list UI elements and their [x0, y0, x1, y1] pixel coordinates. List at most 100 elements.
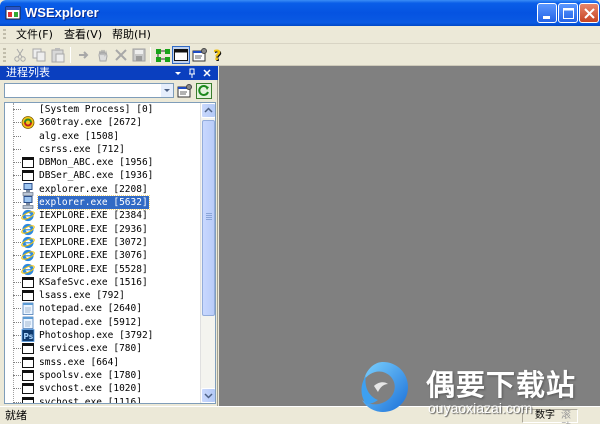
- tree-connector: [13, 215, 21, 217]
- process-row[interactable]: DBMon_ABC.exe [1956]: [5, 156, 201, 169]
- panel-dropdown-icon[interactable]: [172, 66, 184, 80]
- status-text: 就绪: [5, 409, 27, 422]
- properties-button[interactable]: [192, 47, 208, 63]
- svg-text:Ps: Ps: [23, 332, 33, 341]
- hand-button[interactable]: [95, 47, 111, 63]
- menu-grip[interactable]: [3, 29, 6, 41]
- process-row[interactable]: IEXPLORE.EXE [2936]: [5, 223, 201, 236]
- process-row[interactable]: lsass.exe [792]: [5, 289, 201, 302]
- process-row[interactable]: explorer.exe [2208]: [5, 182, 201, 196]
- help-icon: ??: [213, 48, 222, 63]
- window-icon: [21, 382, 35, 395]
- tree-connector: [13, 348, 21, 350]
- process-row[interactable]: [System Process] [0]: [5, 103, 201, 116]
- ie-icon: [21, 223, 35, 236]
- process-tree-button[interactable]: [155, 47, 171, 63]
- process-label: Photoshop.exe [3792]: [39, 330, 154, 342]
- chevron-down-icon[interactable]: [161, 84, 173, 97]
- tree-connector: [13, 268, 21, 270]
- paste-button[interactable]: [50, 47, 66, 63]
- process-row[interactable]: spoolsv.exe [1780]: [5, 369, 201, 382]
- process-row[interactable]: KSafeSvc.exe [1516]: [5, 276, 201, 289]
- tree-connector: [13, 188, 21, 190]
- process-tree[interactable]: [System Process] [0] 360tray.exe [2672] al…: [4, 102, 216, 404]
- watermark: 偶要下载站 ouyaoxiazai.com: [352, 356, 592, 424]
- paste-icon: [51, 48, 65, 63]
- process-row[interactable]: IEXPLORE.EXE [3076]: [5, 249, 201, 262]
- delete-button[interactable]: [113, 47, 129, 63]
- window-icon: [21, 169, 35, 182]
- panel-toolbar: [0, 80, 218, 100]
- copy-button[interactable]: [31, 47, 47, 63]
- ie-icon: [21, 209, 35, 222]
- window-icon: [21, 289, 35, 302]
- ie-icon: [21, 263, 35, 276]
- menu-help[interactable]: 帮助(H): [108, 27, 155, 43]
- title-bar[interactable]: WSExplorer: [0, 0, 600, 26]
- scroll-up-button[interactable]: [201, 103, 215, 118]
- pin-icon[interactable]: [186, 66, 198, 80]
- hand-icon: [98, 49, 108, 62]
- process-list: [System Process] [0] 360tray.exe [2672] al…: [5, 103, 201, 403]
- process-row[interactable]: notepad.exe [2640]: [5, 302, 201, 316]
- minimize-icon: [543, 16, 550, 19]
- process-label: IEXPLORE.EXE [3072]: [39, 236, 148, 248]
- process-label: IEXPLORE.EXE [2936]: [39, 223, 148, 235]
- save-button[interactable]: [131, 47, 147, 63]
- tree-connector: [13, 255, 21, 257]
- close-button[interactable]: [579, 3, 599, 23]
- process-row[interactable]: IEXPLORE.EXE [2384]: [5, 209, 201, 222]
- main-content-area[interactable]: [219, 66, 600, 406]
- toolbar-grip[interactable]: [3, 48, 6, 62]
- process-label: svchost.exe [1020]: [39, 383, 142, 395]
- process-label: spoolsv.exe [1780]: [39, 369, 142, 381]
- process-row[interactable]: 360tray.exe [2672]: [5, 116, 201, 130]
- vertical-scrollbar[interactable]: [200, 103, 215, 403]
- forward-button[interactable]: [76, 47, 92, 63]
- watermark-text: 偶要下载站: [426, 368, 577, 402]
- properties-icon: [192, 48, 207, 62]
- process-row[interactable]: services.exe [780]: [5, 342, 201, 355]
- menu-view[interactable]: 查看(V): [60, 27, 106, 43]
- scroll-thumb[interactable]: [202, 120, 215, 316]
- process-filter-combo[interactable]: [4, 83, 174, 98]
- minimize-button[interactable]: [537, 3, 557, 23]
- process-row[interactable]: svchost.exe [1116]: [5, 396, 201, 403]
- process-row[interactable]: IEXPLORE.EXE [5528]: [5, 263, 201, 276]
- process-row[interactable]: IEXPLORE.EXE [3072]: [5, 236, 201, 249]
- process-row[interactable]: svchost.exe [1020]: [5, 382, 201, 395]
- scroll-down-button[interactable]: [201, 388, 215, 403]
- process-label: IEXPLORE.EXE [2384]: [39, 210, 148, 222]
- maximize-button[interactable]: [558, 3, 578, 23]
- process-label: explorer.exe [5632]: [37, 195, 150, 211]
- window-view-button[interactable]: [172, 46, 190, 64]
- process-row[interactable]: explorer.exe [5632]: [5, 195, 201, 211]
- process-row[interactable]: DBSer_ABC.exe [1936]: [5, 169, 201, 182]
- process-row[interactable]: csrss.exe [712]: [5, 143, 201, 156]
- tree-icon: [156, 49, 170, 62]
- help-button[interactable]: ??: [210, 47, 226, 63]
- process-row[interactable]: Ps Photoshop.exe [3792]: [5, 329, 201, 342]
- tree-connector: [13, 175, 21, 177]
- menu-file[interactable]: 文件(F): [12, 27, 57, 43]
- panel-properties-button[interactable]: [177, 83, 193, 99]
- process-label: services.exe [780]: [39, 343, 142, 355]
- app-icon: [5, 6, 21, 20]
- toolbar-separator: [70, 47, 71, 63]
- watermark-url: ouyaoxiazai.com: [428, 400, 533, 416]
- process-row[interactable]: smss.exe [664]: [5, 356, 201, 369]
- process-row[interactable]: notepad.exe [5912]: [5, 316, 201, 329]
- process-label: smss.exe [664]: [39, 356, 120, 368]
- window-icon: [174, 49, 188, 61]
- ie-icon: [21, 249, 35, 262]
- refresh-button[interactable]: [196, 83, 212, 99]
- svg-text:?: ?: [213, 48, 221, 63]
- process-label: IEXPLORE.EXE [3076]: [39, 250, 148, 262]
- process-label: notepad.exe [5912]: [39, 316, 142, 328]
- process-row[interactable]: alg.exe [1508]: [5, 130, 201, 143]
- panel-close-icon[interactable]: [201, 66, 213, 80]
- window-icon: [21, 356, 35, 369]
- blank-icon: [21, 143, 35, 156]
- cut-button[interactable]: [12, 47, 28, 63]
- toolbar: ??: [0, 44, 600, 66]
